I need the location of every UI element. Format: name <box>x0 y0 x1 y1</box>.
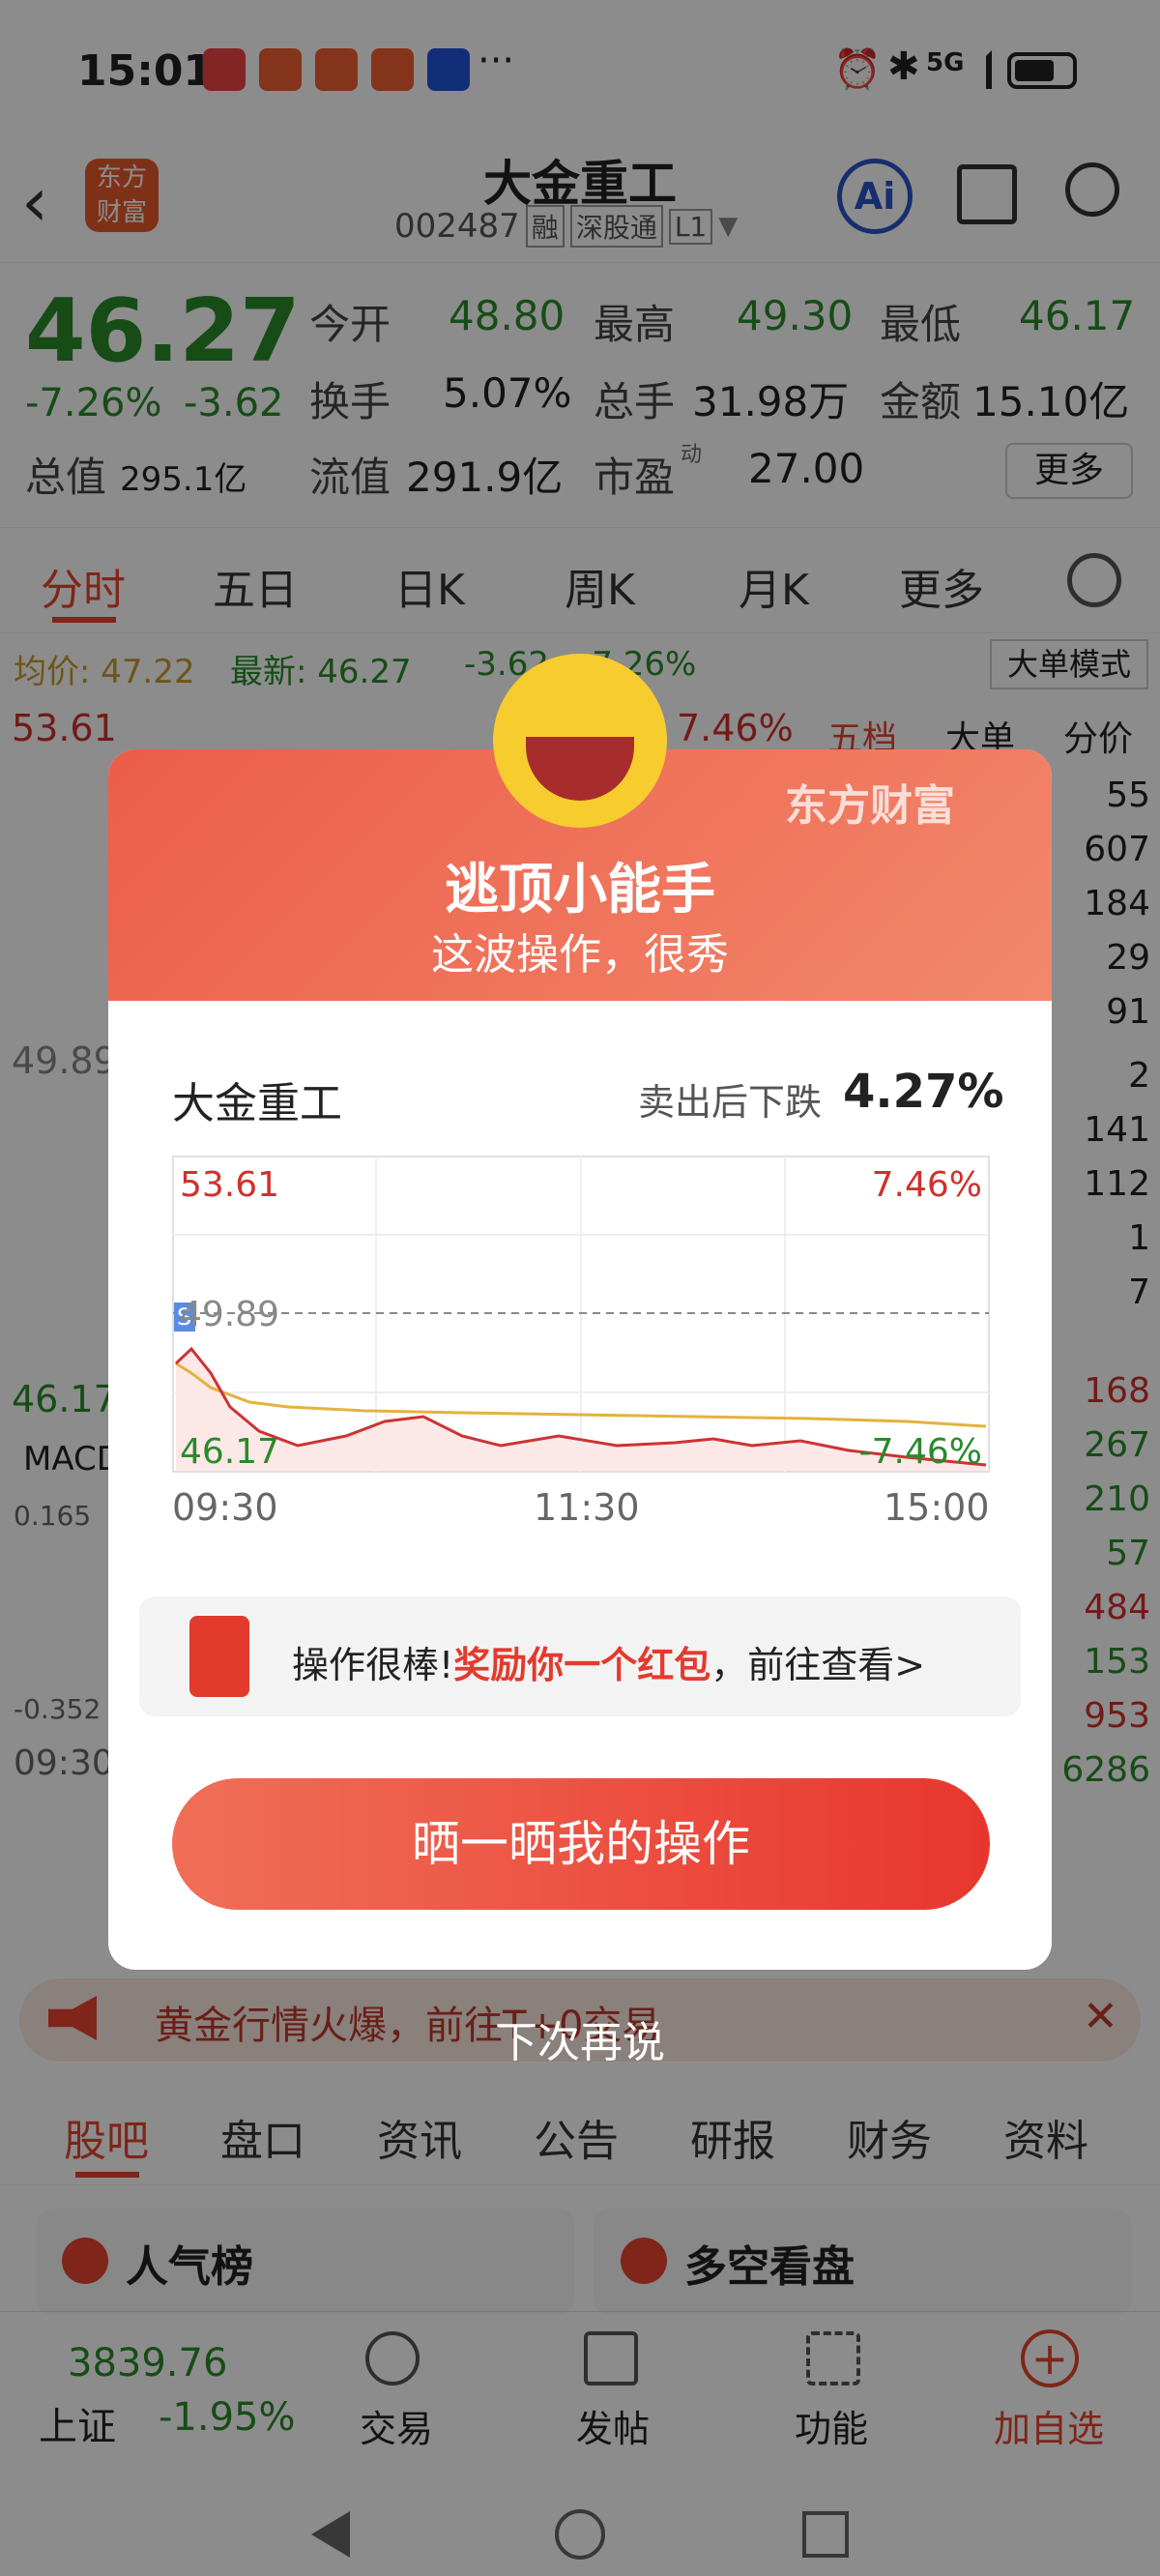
reward-suffix: ，前往查看> <box>710 1644 926 1686</box>
achievement-modal: 东方财富 逃顶小能手 这波操作，很秀 大金重工 卖出后下跌 4.27% S 53… <box>108 749 1052 1970</box>
chart-mid: 49.89 <box>180 1295 279 1334</box>
chart-low-pct: -7.46% <box>859 1432 982 1472</box>
reward-highlight: 奖励你一个红包 <box>453 1644 711 1686</box>
skip-button[interactable]: 下次再说 <box>0 2007 1160 2069</box>
face-mouth <box>526 737 634 801</box>
share-operation-button[interactable]: 晒一晒我的操作 <box>172 1778 990 1910</box>
brand-watermark: 东方财富 <box>785 781 955 831</box>
chart-low: 46.17 <box>180 1432 279 1472</box>
time-mid: 11:30 <box>534 1486 640 1529</box>
reward-banner[interactable]: 操作很棒!奖励你一个红包，前往查看> <box>139 1596 1021 1716</box>
intraday-mini-chart: S 53.61 7.46% 49.89 46.17 -7.46% <box>172 1156 990 1473</box>
modal-subtitle: 这波操作，很秀 <box>431 930 729 980</box>
red-envelope-icon <box>189 1616 249 1697</box>
chart-high-pct: 7.46% <box>872 1165 982 1205</box>
modal-title: 逃顶小能手 <box>445 859 715 922</box>
chart-high: 53.61 <box>180 1165 279 1205</box>
time-start: 09:30 <box>172 1486 278 1529</box>
modal-stock-name: 大金重工 <box>172 1079 342 1128</box>
time-end: 15:00 <box>884 1486 990 1529</box>
laughing-face-icon <box>493 654 667 828</box>
drop-label: 卖出后下跌 <box>638 1081 823 1124</box>
reward-prefix: 操作很棒! <box>292 1644 454 1686</box>
drop-value: 4.27% <box>843 1065 1004 1119</box>
reward-text: 操作很棒!奖励你一个红包，前往查看> <box>292 1635 925 1688</box>
